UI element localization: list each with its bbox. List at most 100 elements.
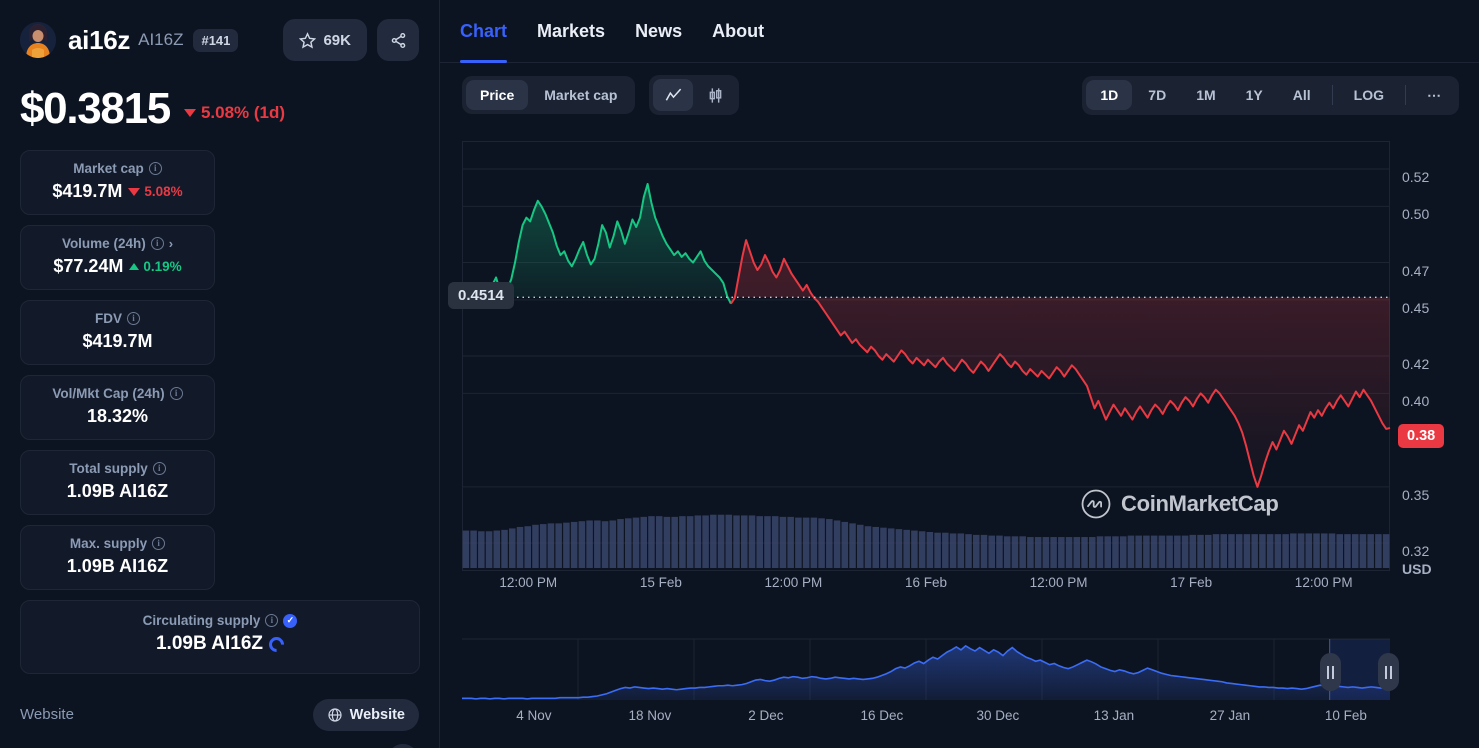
stat-delta: 0.19% <box>129 259 181 274</box>
price-chart: 0.4514 CoinMarketCap USD 0.520.500.470.4… <box>440 133 1479 748</box>
info-icon[interactable]: i <box>170 387 183 400</box>
line-chart-icon[interactable] <box>653 79 693 111</box>
range-all[interactable]: All <box>1279 80 1325 110</box>
navigator-x-tick: 10 Feb <box>1325 708 1367 723</box>
info-icon[interactable]: i <box>152 537 165 550</box>
circulating-supply-card: Circulating supply i ✓ 1.09B AI16Z <box>20 600 420 674</box>
circulating-supply-label-row: Circulating supply i ✓ <box>29 613 411 628</box>
coin-detail-page: ai16z AI16Z #141 69K $0.3815 <box>0 0 1479 748</box>
coin-ticker: AI16Z <box>138 30 183 50</box>
price-row: $0.3815 5.08% (1d) <box>20 84 419 134</box>
share-icon <box>390 32 407 49</box>
info-icon[interactable]: i <box>265 614 278 627</box>
tab-news[interactable]: News <box>635 0 682 63</box>
x-axis-tick: 12:00 PM <box>1030 575 1088 590</box>
watermark: CoinMarketCap <box>1080 488 1278 520</box>
stat-label-row: Total supplyi <box>29 461 206 476</box>
stat-label: Market cap <box>73 161 144 176</box>
price-change-value: 5.08% (1d) <box>201 103 285 123</box>
website-chip[interactable]: Website <box>313 699 419 731</box>
stat-value: 1.09B AI16Z <box>67 556 168 577</box>
info-icon[interactable]: i <box>151 237 164 250</box>
navigator-x-tick: 18 Nov <box>629 708 672 723</box>
stat-label-row: Vol/Mkt Cap (24h) i <box>29 386 206 401</box>
website-row: Website Website <box>20 692 419 737</box>
log-scale-button[interactable]: LOG <box>1340 80 1398 110</box>
share-button[interactable] <box>377 19 419 61</box>
price-change: 5.08% (1d) <box>184 103 285 123</box>
website-label: Website <box>20 706 74 723</box>
chart-navigator[interactable] <box>462 633 1390 708</box>
chevron-right-icon[interactable]: › <box>169 236 173 251</box>
verified-icon: ✓ <box>283 614 297 628</box>
y-axis-tick: 0.47 <box>1402 263 1429 279</box>
x-axis-tick: 16 Feb <box>905 575 947 590</box>
stat-value: 1.09B AI16Z <box>67 481 168 502</box>
info-icon[interactable]: i <box>149 162 162 175</box>
website-right: Website <box>313 699 419 731</box>
price-chart-svg[interactable] <box>440 133 1479 633</box>
tab-markets[interactable]: Markets <box>537 0 605 63</box>
rank-badge: #141 <box>193 29 238 52</box>
navigator-handle-right[interactable] <box>1378 653 1399 691</box>
y-axis-tick: 0.40 <box>1402 393 1429 409</box>
tab-chart[interactable]: Chart <box>460 0 507 63</box>
socials-row: Socials <box>20 737 419 748</box>
chart-toolbar: PriceMarket cap 1D7D1M1YAll LOG ⋯ <box>440 63 1479 115</box>
stat-label: Volume (24h) <box>62 236 146 251</box>
stat-value: $419.7M <box>82 331 152 352</box>
stat-value-row: 1.09B AI16Z <box>29 556 206 577</box>
info-icon[interactable]: i <box>127 312 140 325</box>
x-axis-tick: 12:00 PM <box>765 575 823 590</box>
watermark-text: CoinMarketCap <box>1121 491 1278 517</box>
main-panel: Chart Markets News About PriceMarket cap 1D… <box>440 0 1479 748</box>
time-range-toggle: 1D7D1M1YAll LOG ⋯ <box>1082 76 1459 115</box>
tab-about[interactable]: About <box>712 0 764 63</box>
stat-delta-value: 5.08% <box>144 184 182 199</box>
range-1y[interactable]: 1Y <box>1232 80 1277 110</box>
x-twitter-icon[interactable] <box>387 744 419 748</box>
navigator-svg[interactable] <box>462 633 1390 708</box>
navigator-handle-left[interactable] <box>1320 653 1341 691</box>
circulating-supply-value: 1.09B AI16Z <box>156 633 263 655</box>
metric-toggle: PriceMarket cap <box>462 76 635 114</box>
stat-value: 18.32% <box>87 406 148 427</box>
stat-value-row: 18.32% <box>29 406 206 427</box>
circulating-supply-value-row: 1.09B AI16Z <box>29 633 411 655</box>
x-axis-tick: 17 Feb <box>1170 575 1212 590</box>
stat-label-row: Max. supplyi <box>29 536 206 551</box>
stat-value-row: $77.24M0.19% <box>29 256 206 277</box>
info-icon[interactable]: i <box>153 462 166 475</box>
toolbar-divider <box>1405 85 1406 105</box>
stat-card: Market capi$419.7M5.08% <box>20 150 215 215</box>
toolbar-divider <box>1332 85 1333 105</box>
main-tabs: Chart Markets News About <box>440 0 1479 63</box>
watchlist-button[interactable]: 69K <box>283 19 367 61</box>
stat-cards: Market cap i $419.7M 5.08% Volume (24h) i › $77… <box>20 150 419 590</box>
x-axis-tick: 12:00 PM <box>1295 575 1353 590</box>
metric-option-market-cap[interactable]: Market cap <box>530 80 631 110</box>
range-1m[interactable]: 1M <box>1182 80 1229 110</box>
range-7d[interactable]: 7D <box>1134 80 1180 110</box>
tab-label: Markets <box>537 21 605 42</box>
globe-icon <box>327 707 343 723</box>
coin-avatar <box>20 22 56 58</box>
stat-label-row: Volume (24h) i › <box>29 236 206 251</box>
stat-card: Volume (24h) i › $77.24M0.19% <box>20 225 215 290</box>
navigator-x-tick: 13 Jan <box>1094 708 1135 723</box>
candlestick-chart-icon[interactable] <box>695 79 735 111</box>
range-1d[interactable]: 1D <box>1086 80 1132 110</box>
current-price-badge: 0.38 <box>1398 424 1444 448</box>
current-price: $0.3815 <box>20 84 170 134</box>
y-axis-tick: 0.52 <box>1402 169 1429 185</box>
stat-label: Vol/Mkt Cap (24h) <box>52 386 164 401</box>
stat-delta: 5.08% <box>128 184 182 199</box>
metric-option-price[interactable]: Price <box>466 80 528 110</box>
stat-card: FDVi$419.7M <box>20 300 215 365</box>
supply-progress-icon <box>266 633 287 654</box>
stat-card: Vol/Mkt Cap (24h) i 18.32% <box>20 375 215 440</box>
chart-more-options-button[interactable]: ⋯ <box>1413 80 1455 111</box>
y-axis-tick: 0.35 <box>1402 487 1429 503</box>
website-chip-label: Website <box>350 707 405 723</box>
stat-value-row: 1.09B AI16Z <box>29 481 206 502</box>
